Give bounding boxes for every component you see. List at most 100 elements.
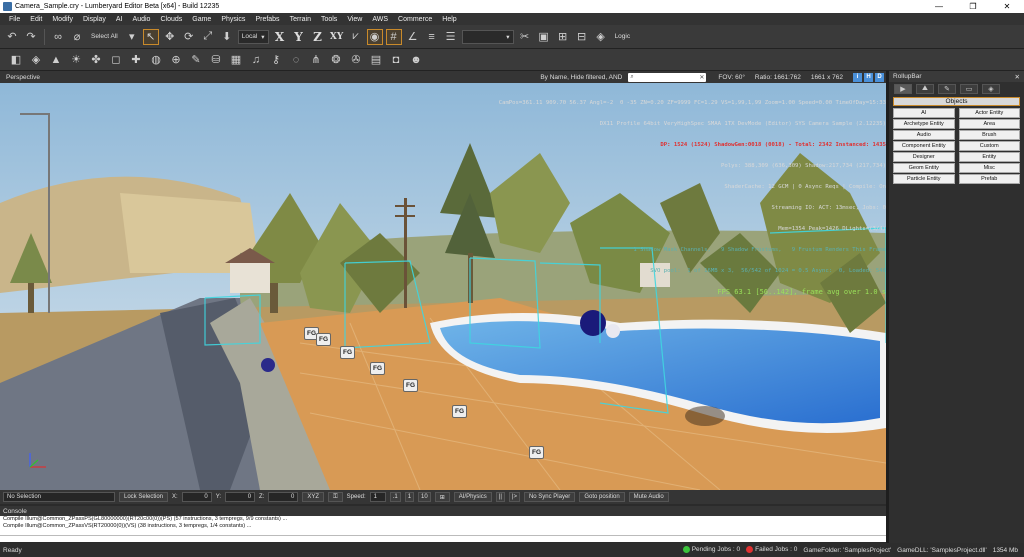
menu-ai[interactable]: AI	[111, 16, 128, 23]
tab-terrain[interactable]: ⛰	[916, 84, 934, 94]
network-icon[interactable]: ⊞	[434, 492, 450, 502]
close-button[interactable]: ✕	[990, 0, 1024, 13]
terrain-snap-icon[interactable]: ⩗	[348, 29, 364, 45]
menu-view[interactable]: View	[342, 16, 367, 23]
object-brush-button[interactable]: Brush	[958, 130, 1020, 140]
size-readout[interactable]: 1661 x 762	[811, 74, 843, 81]
fov-readout[interactable]: FOV: 60°	[718, 74, 745, 81]
object-particle-entity-button[interactable]: Particle Entity	[893, 174, 955, 184]
mute-audio-button[interactable]: Mute Audio	[628, 492, 669, 502]
menu-physics[interactable]: Physics	[216, 16, 250, 23]
scale-icon[interactable]: ⤢	[200, 29, 216, 45]
flowgraph-marker-icon[interactable]: FG	[370, 362, 385, 375]
flowgraph-icon[interactable]: ⊞	[555, 29, 571, 45]
wrench-icon[interactable]: ✇	[348, 52, 364, 68]
no-sync-player-button[interactable]: No Sync Player	[523, 492, 576, 502]
object-archetype-entity-button[interactable]: Archetype Entity	[893, 119, 955, 129]
menu-tools[interactable]: Tools	[316, 16, 342, 23]
menu-edit[interactable]: Edit	[25, 16, 47, 23]
axis-x-button[interactable]: X	[272, 30, 288, 44]
key-icon[interactable]: ⚷	[268, 52, 284, 68]
console-input[interactable]	[0, 535, 886, 542]
axis-y-button[interactable]: Y	[291, 30, 307, 44]
unlink-icon[interactable]: ⌀	[69, 29, 85, 45]
speed-1-button[interactable]: 1	[404, 492, 415, 502]
object-icon[interactable]: ◧	[8, 52, 24, 68]
object-ai-button[interactable]: AI	[893, 108, 955, 118]
tab-objects[interactable]: ▶	[894, 84, 912, 94]
menu-help[interactable]: Help	[437, 16, 461, 23]
helpers-button[interactable]: H	[864, 72, 873, 82]
logic-stack-icon[interactable]: ◈	[593, 29, 609, 45]
ai-physics-button[interactable]: AI/Physics	[453, 492, 492, 502]
object-designer-button[interactable]: Designer	[893, 152, 955, 162]
sun-icon[interactable]: ☀	[68, 52, 84, 68]
speed-0-1-button[interactable]: .1	[389, 492, 401, 502]
angle-snap-icon[interactable]: ∠	[405, 29, 421, 45]
grid-view-icon[interactable]: ▦	[228, 52, 244, 68]
eye-icon[interactable]: ◉	[366, 28, 383, 45]
axis-xy-button[interactable]: XY	[329, 32, 345, 42]
clear-icon[interactable]: ✕	[699, 74, 704, 81]
z-coord-input[interactable]: 0	[268, 492, 299, 502]
close-icon[interactable]: ✕	[1015, 73, 1020, 81]
layer-combo[interactable]: ▾	[461, 29, 514, 44]
track-view-icon[interactable]: ⊟	[574, 29, 590, 45]
graph-icon[interactable]: ⋔	[308, 52, 324, 68]
search-input[interactable]: ⌕ ✕	[628, 72, 707, 82]
xyz-button[interactable]: XYZ	[302, 492, 325, 502]
object-entity-button[interactable]: Entity	[958, 152, 1020, 162]
goto-position-button[interactable]: Goto position	[579, 492, 625, 502]
flowgraph-marker-icon[interactable]: FG	[452, 405, 467, 418]
layers-icon[interactable]: ☰	[443, 29, 459, 45]
step-button[interactable]: |>	[508, 492, 520, 502]
tab-display[interactable]: ▭	[960, 84, 978, 94]
cube-icon[interactable]: ◻	[108, 52, 124, 68]
tab-layers[interactable]: ◈	[982, 84, 1000, 94]
node-icon[interactable]: ⊕	[168, 52, 184, 68]
display-button[interactable]: D	[875, 72, 884, 82]
flowgraph-marker-icon[interactable]: FG	[529, 446, 544, 459]
link-icon[interactable]: ∞	[50, 29, 66, 45]
speed-input[interactable]: 1	[369, 492, 386, 502]
flowgraph-marker-icon[interactable]: FG	[316, 333, 331, 346]
stack-icon[interactable]: ◈	[28, 52, 44, 68]
place-icon[interactable]: ⬇	[219, 29, 235, 45]
menu-terrain[interactable]: Terrain	[285, 16, 316, 23]
menu-prefabs[interactable]: Prefabs	[250, 16, 284, 23]
object-custom-button[interactable]: Custom	[958, 141, 1020, 151]
axis-z-button[interactable]: Z	[310, 30, 326, 44]
ball-icon[interactable]: ◌	[288, 52, 304, 68]
select-all-combo[interactable]: Select All	[88, 33, 121, 40]
object-component-entity-button[interactable]: Component Entity	[893, 141, 955, 151]
lock-icon[interactable]: ⚿	[328, 492, 343, 502]
select-cursor-icon[interactable]: ↖	[142, 28, 159, 45]
console-output[interactable]: Compile Illum@Common_ZPassPS(GL80000000)…	[0, 516, 886, 535]
palette-icon[interactable]: ❂	[328, 52, 344, 68]
material-icon[interactable]: ▣	[536, 29, 552, 45]
flowgraph-marker-icon[interactable]: FG	[340, 346, 355, 359]
object-actor-entity-button[interactable]: Actor Entity	[958, 108, 1020, 118]
grid-icon[interactable]: #	[385, 28, 402, 45]
flowgraph-marker-icon[interactable]: FG	[403, 379, 418, 392]
tools-icon[interactable]: ✂	[517, 29, 533, 45]
speed-10-button[interactable]: 10	[418, 492, 431, 502]
viewport-title[interactable]: Perspective	[0, 74, 540, 81]
minimize-button[interactable]: —	[922, 0, 956, 13]
mountain-icon[interactable]: ▲	[48, 52, 64, 68]
x-coord-input[interactable]: 0	[181, 492, 212, 502]
logic-button[interactable]: Logic	[612, 33, 634, 40]
film-icon[interactable]: ▤	[368, 52, 384, 68]
y-coord-input[interactable]: 0	[225, 492, 256, 502]
headphones-icon[interactable]: ♫	[248, 52, 264, 68]
reference-coord-combo[interactable]: Local ▾	[237, 29, 269, 44]
menu-commerce[interactable]: Commerce	[393, 16, 437, 23]
maximize-button[interactable]: ❐	[956, 0, 990, 13]
object-area-button[interactable]: Area	[958, 119, 1020, 129]
ruler-icon[interactable]: ≡	[424, 29, 440, 45]
ratio-readout[interactable]: Ratio: 1661:762	[755, 74, 801, 81]
menu-modify[interactable]: Modify	[47, 16, 78, 23]
puzzle-icon[interactable]: ✚	[128, 52, 144, 68]
database-icon[interactable]: ⛁	[208, 52, 224, 68]
menu-file[interactable]: File	[4, 16, 25, 23]
